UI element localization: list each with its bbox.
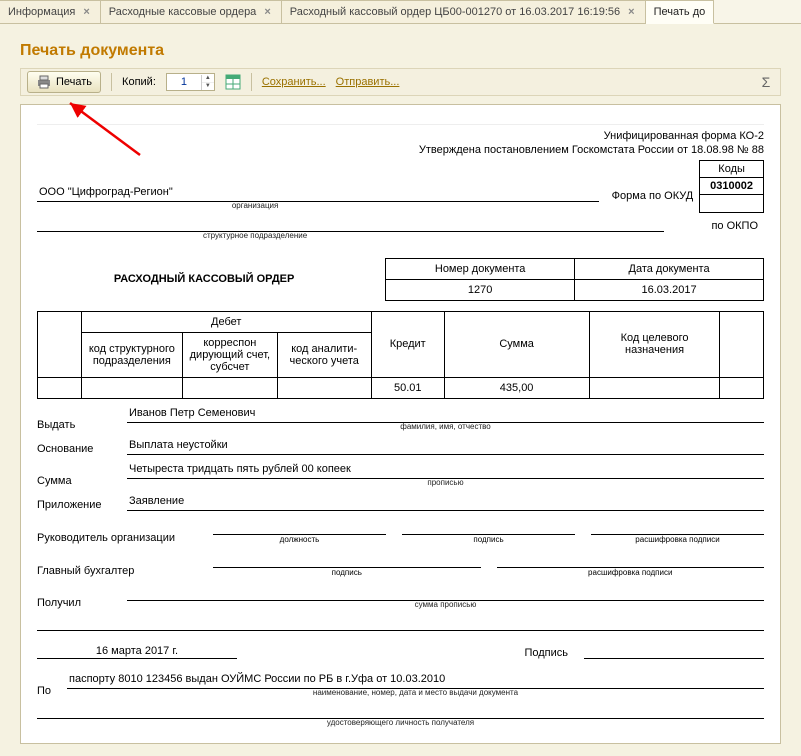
debit-sub2: корреспон дирующий счет, субсчет: [183, 332, 277, 377]
debit-table: Дебет Кредит Сумма Код целевого назначен…: [37, 311, 764, 399]
tab-info[interactable]: Информация ×: [0, 0, 101, 23]
approval-line: Утверждена постановлением Госкомстата Ро…: [37, 143, 764, 157]
tab-label: Расходный кассовый ордер ЦБ00-001270 от …: [290, 6, 620, 18]
recipient-sign: [584, 645, 764, 659]
table-icon[interactable]: [225, 74, 241, 90]
print-label: Печать: [56, 76, 92, 88]
doc-date-label: Дата документа: [575, 258, 764, 279]
codes-table: Коды 0310002: [699, 160, 764, 213]
passport-caption: наименование, номер, дата и место выдачи…: [67, 688, 764, 697]
copies-input[interactable]: [167, 75, 201, 89]
tab-bar: Информация × Расходные кассовые ордера ×…: [0, 0, 801, 24]
tab-label: Информация: [8, 6, 75, 18]
separator: [251, 73, 252, 91]
print-preview-area: Унифицированная форма КО-2 Утверждена по…: [20, 104, 781, 744]
sign-label: Подпись: [508, 647, 568, 659]
spin-up-icon[interactable]: ▲: [202, 75, 214, 83]
tab-doc[interactable]: Расходный кассовый ордер ЦБ00-001270 от …: [282, 0, 646, 23]
head-decipher: [591, 521, 764, 535]
okud-value: 0310002: [700, 177, 764, 194]
print-button[interactable]: Печать: [27, 71, 101, 93]
rko-title: РАСХОДНЫЙ КАССОВЫЙ ОРДЕР: [37, 258, 386, 300]
subdivision-field: [37, 216, 664, 232]
issued-to-caption: фамилия, имя, отчество: [127, 422, 764, 431]
debit-sub3: код аналити- ческого учета: [277, 332, 371, 377]
identity-line: [37, 703, 764, 719]
received-label: Получил: [37, 595, 127, 609]
separator: [111, 73, 112, 91]
basis: Выплата неустойки: [127, 439, 764, 455]
subdiv-caption: структурное подразделение: [37, 231, 473, 240]
position-caption: должность: [213, 535, 386, 544]
close-icon[interactable]: ×: [81, 6, 91, 18]
head-position: [213, 521, 386, 535]
tab-label: Печать до: [654, 6, 706, 18]
doc-header-table: РАСХОДНЫЙ КАССОВЫЙ ОРДЕР Номер документа…: [37, 258, 764, 301]
cashier-sign: [143, 741, 446, 744]
accountant-label: Главный бухгалтер: [37, 565, 197, 577]
head-sign: [402, 521, 575, 535]
debit-header: Дебет: [81, 311, 371, 332]
ruler: [37, 115, 764, 125]
identity-caption: удостоверяющего личность получателя: [37, 718, 764, 727]
sum-value: 435,00: [444, 377, 589, 398]
copies-spinner[interactable]: ▲ ▼: [166, 73, 215, 91]
date-field: 16 марта 2017 г.: [37, 645, 237, 659]
sign-caption-2: подпись: [213, 568, 481, 577]
printer-icon: [36, 74, 52, 90]
cashier-decipher: [462, 741, 765, 744]
head-label: Руководитель организации: [37, 532, 197, 544]
attach: Заявление: [127, 495, 764, 511]
sum-label: Сумма: [37, 473, 127, 487]
org-caption: организация: [37, 201, 473, 210]
send-button[interactable]: Отправить...: [336, 76, 400, 88]
credit-header: Кредит: [371, 311, 444, 377]
copies-label: Копий:: [122, 76, 156, 88]
document-content: Унифицированная форма КО-2 Утверждена по…: [37, 129, 764, 744]
sign-caption: подпись: [402, 535, 575, 544]
close-icon[interactable]: ×: [262, 6, 272, 18]
credit-value: 50.01: [371, 377, 444, 398]
decipher-caption-2: расшифровка подписи: [497, 568, 765, 577]
toolbar: Печать Копий: ▲ ▼ Сохранить... Отправить…: [20, 68, 781, 96]
target-header: Код целевого назначения: [589, 311, 720, 377]
sum-icon[interactable]: Σ: [758, 74, 774, 90]
sum-text: Четыреста тридцать пять рублей 00 копеек: [127, 463, 764, 479]
org-name: ООО "Цифроград-Регион": [37, 186, 599, 202]
by-label: По: [37, 683, 67, 697]
acct-decipher: [497, 554, 765, 568]
issued-to: Иванов Петр Семенович: [127, 407, 764, 423]
attach-label: Приложение: [37, 497, 127, 511]
form-code-line: Унифицированная форма КО-2: [37, 129, 764, 143]
tab-print[interactable]: Печать до: [646, 0, 715, 24]
close-icon[interactable]: ×: [626, 6, 636, 18]
acct-sign: [213, 554, 481, 568]
decipher-caption: расшифровка подписи: [591, 535, 764, 544]
issued-to-label: Выдать: [37, 417, 127, 431]
okpo-label: по ОКПО: [664, 220, 764, 232]
codes-header: Коды: [700, 160, 764, 177]
sum-caption: прописью: [127, 478, 764, 487]
tab-list[interactable]: Расходные кассовые ордера ×: [101, 0, 282, 23]
page-title: Печать документа: [20, 42, 781, 60]
sum-header: Сумма: [444, 311, 589, 377]
tab-label: Расходные кассовые ордера: [109, 6, 257, 18]
basis-label: Основание: [37, 441, 127, 455]
doc-num: 1270: [386, 279, 575, 300]
doc-date: 16.03.2017: [575, 279, 764, 300]
received-field: [127, 585, 764, 601]
passport: паспорту 8010 123456 выдан ОУЙМС России …: [67, 673, 764, 689]
spin-down-icon[interactable]: ▼: [202, 83, 214, 90]
received-caption: сумма прописью: [127, 600, 764, 609]
received-field-2: [37, 615, 764, 631]
debit-sub1: код структурного подразделения: [81, 332, 183, 377]
save-button[interactable]: Сохранить...: [262, 76, 326, 88]
doc-num-label: Номер документа: [386, 258, 575, 279]
okpo-value: [700, 194, 764, 212]
okud-label: Форма по ОКУД: [599, 190, 699, 202]
